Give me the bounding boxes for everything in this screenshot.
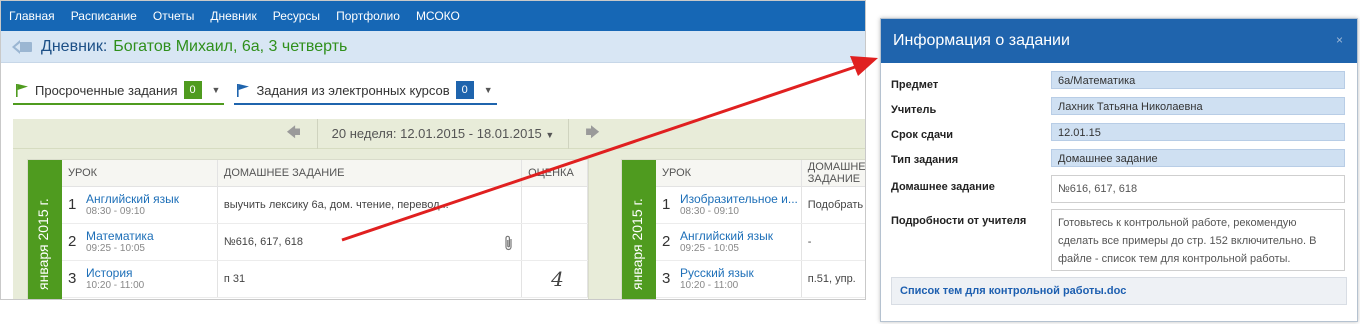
dialog-title: Информация о задании: [893, 32, 1070, 49]
attachment-link[interactable]: Список тем для контрольной работы.doc: [900, 285, 1126, 297]
due-date-value: 12.01.15: [1051, 123, 1345, 141]
task-type-value: Домашнее задание: [1051, 149, 1345, 167]
field-label: Домашнее задание: [891, 181, 995, 193]
homework-value: №616, 617, 618: [1051, 175, 1345, 203]
task-info-dialog: Информация о задании × Предмет 6а/Матема…: [880, 18, 1358, 322]
field-label: Учитель: [891, 104, 937, 116]
attachment-bar: Список тем для контрольной работы.doc: [891, 277, 1347, 305]
teacher-details-value: Готовьтесь к контрольной работе, рекомен…: [1051, 209, 1345, 271]
close-icon[interactable]: ×: [1336, 33, 1343, 47]
subject-value: 6а/Математика: [1051, 71, 1345, 89]
field-label: Срок сдачи: [891, 129, 954, 141]
dialog-header: Информация о задании ×: [881, 19, 1357, 63]
field-label: Предмет: [891, 79, 939, 91]
field-label: Тип задания: [891, 154, 959, 166]
teacher-value: Лахник Татьяна Николаевна: [1051, 97, 1345, 115]
field-label: Подробности от учителя: [891, 215, 1027, 227]
